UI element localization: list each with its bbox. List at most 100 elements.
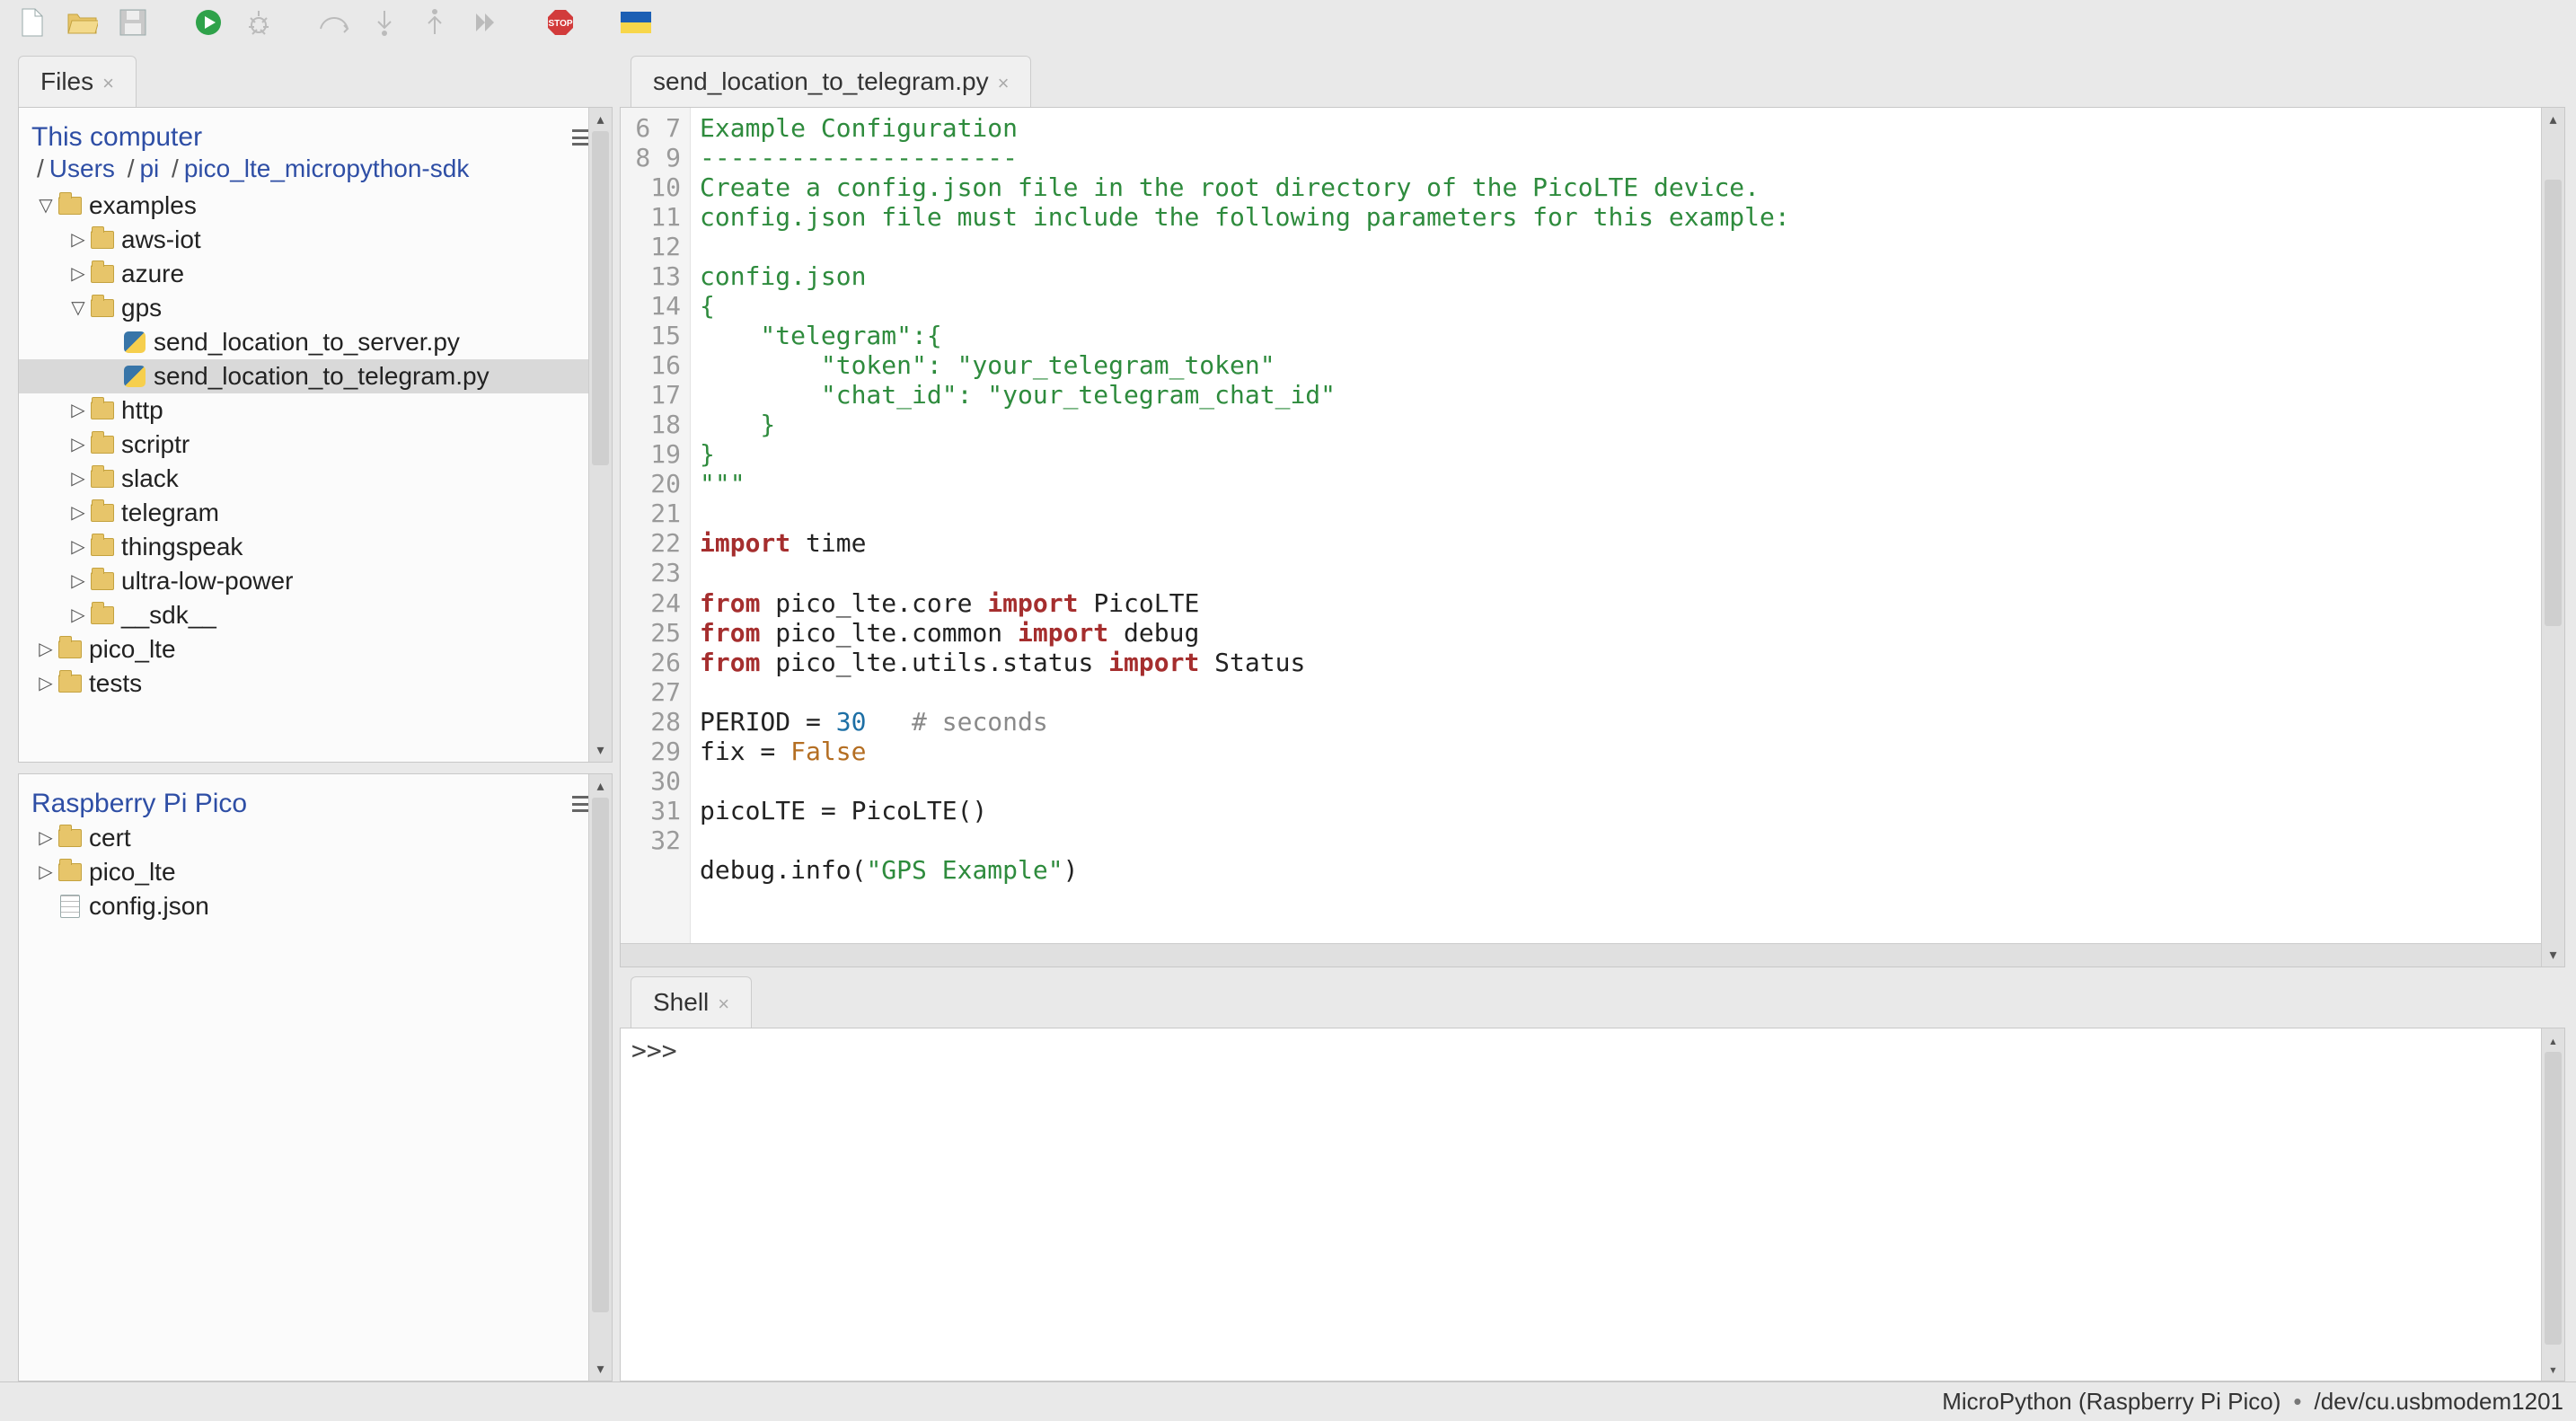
tree-item[interactable]: ▷ azure (19, 257, 612, 291)
scrollbar[interactable]: ▴▾ (2541, 108, 2564, 966)
local-files-title: This computer (31, 122, 202, 153)
folder-icon (89, 470, 116, 488)
tree-item-label: thingspeak (121, 529, 243, 566)
editor-pane: send_location_to_telegram.py 6 7 8 9 10 … (620, 45, 2576, 1381)
tree-item[interactable]: ▷ pico_lte (19, 632, 612, 666)
svg-text:STOP: STOP (548, 19, 572, 29)
tree-item[interactable]: ▽gps (19, 291, 612, 325)
tree-item[interactable]: ▷ telegram (19, 496, 612, 530)
tree-item-label: __sdk__ (121, 597, 216, 634)
tree-item-label: examples (89, 188, 197, 225)
main-area: Files This computer /Users /pi /pico_lte… (0, 45, 2576, 1381)
expand-arrow-icon[interactable]: ▷ (67, 500, 89, 526)
expand-arrow-icon[interactable]: ▷ (67, 227, 89, 253)
save-file-icon[interactable] (115, 4, 151, 40)
folder-icon (89, 299, 116, 317)
tree-item[interactable]: ▷send_location_to_telegram.py (19, 359, 612, 393)
tree-item[interactable]: ▷slack (19, 462, 612, 496)
expand-arrow-icon[interactable]: ▷ (35, 825, 57, 852)
step-into-icon[interactable] (366, 4, 402, 40)
status-port[interactable]: /dev/cu.usbmodem1201 (2314, 1388, 2563, 1416)
tree-item-label: send_location_to_server.py (154, 324, 460, 361)
tree-item[interactable]: ▷ pico_lte (19, 855, 612, 889)
expand-arrow-icon[interactable]: ▷ (35, 637, 57, 663)
shell-panel[interactable]: >>> ▴▾ (620, 1028, 2565, 1381)
expand-arrow-icon[interactable]: ▽ (35, 193, 57, 219)
folder-icon (89, 538, 116, 556)
tree-item[interactable]: ▷ thingspeak (19, 530, 612, 564)
tree-item[interactable]: ▷ __sdk__ (19, 598, 612, 632)
tree-item[interactable]: ▷ tests (19, 666, 612, 701)
tree-item-label: tests (89, 666, 142, 702)
tree-item[interactable]: ▷ scriptr (19, 428, 612, 462)
expand-arrow-icon[interactable]: ▷ (35, 671, 57, 697)
tree-item[interactable]: ▽ examples (19, 189, 612, 223)
folder-icon (57, 829, 84, 847)
tree-item-label: send_location_to_telegram.py (154, 358, 490, 395)
debug-icon[interactable] (241, 4, 277, 40)
shell-prompt: >>> (631, 1036, 677, 1065)
device-files-title: Raspberry Pi Pico (31, 789, 247, 819)
tree-item-label: azure (121, 256, 184, 293)
expand-arrow-icon[interactable]: ▷ (35, 860, 57, 886)
code-editor[interactable]: 6 7 8 9 10 11 12 13 14 15 16 17 18 19 20… (620, 107, 2565, 967)
folder-icon (57, 640, 84, 658)
tree-item-label: telegram (121, 495, 219, 532)
breadcrumb[interactable]: /Users /pi /pico_lte_micropython-sdk (19, 154, 612, 189)
python-file-icon (121, 331, 148, 353)
file-icon (57, 895, 84, 918)
folder-icon (89, 265, 116, 283)
shell-tab[interactable]: Shell (631, 976, 752, 1028)
tree-item[interactable]: ▷ http (19, 393, 612, 428)
new-file-icon[interactable] (14, 4, 50, 40)
folder-icon (89, 504, 116, 522)
tree-item[interactable]: ▷ ultra-low-power (19, 564, 612, 598)
tree-item[interactable]: ▷config.json (19, 889, 612, 923)
status-interpreter[interactable]: MicroPython (Raspberry Pi Pico) (1942, 1388, 2280, 1416)
open-file-icon[interactable] (65, 4, 101, 40)
python-file-icon (121, 366, 148, 387)
tree-item-label: pico_lte (89, 854, 176, 891)
tree-item-label: ultra-low-power (121, 563, 293, 600)
files-tab[interactable]: Files (18, 56, 137, 107)
expand-arrow-icon[interactable]: ▷ (67, 603, 89, 629)
expand-arrow-icon[interactable]: ▷ (67, 466, 89, 492)
tree-item-label: http (121, 393, 163, 429)
folder-icon (57, 863, 84, 881)
editor-tab[interactable]: send_location_to_telegram.py (631, 56, 1031, 107)
tree-item-label: aws-iot (121, 222, 201, 259)
code-area[interactable]: Example Configuration ------------------… (691, 108, 2564, 966)
resume-icon[interactable] (467, 4, 503, 40)
stop-icon[interactable]: STOP (543, 4, 578, 40)
expand-arrow-icon[interactable]: ▷ (67, 534, 89, 560)
toolbar: STOP (0, 0, 2576, 45)
step-over-icon[interactable] (316, 4, 352, 40)
expand-arrow-icon[interactable]: ▷ (67, 432, 89, 458)
tree-item-label: cert (89, 820, 131, 857)
folder-icon (89, 572, 116, 590)
run-icon[interactable] (190, 4, 226, 40)
expand-arrow-icon[interactable]: ▽ (67, 296, 89, 322)
folder-icon (57, 197, 84, 215)
flag-icon[interactable] (618, 4, 654, 40)
tree-item[interactable]: ▷ cert (19, 821, 612, 855)
scrollbar[interactable] (621, 943, 2541, 966)
scrollbar[interactable]: ▴▾ (588, 774, 612, 1381)
expand-arrow-icon[interactable]: ▷ (67, 398, 89, 424)
local-files-panel: This computer /Users /pi /pico_lte_micro… (18, 107, 613, 763)
folder-icon (89, 231, 116, 249)
step-out-icon[interactable] (417, 4, 453, 40)
local-files-tree: ▽examples▷aws-iot▷azure▽gps▷send_locatio… (19, 189, 612, 701)
folder-icon (89, 606, 116, 624)
tree-item-label: pico_lte (89, 631, 176, 668)
folder-icon (89, 436, 116, 454)
tree-item-label: config.json (89, 888, 209, 925)
tree-item[interactable]: ▷ aws-iot (19, 223, 612, 257)
tree-item[interactable]: ▷send_location_to_server.py (19, 325, 612, 359)
scrollbar[interactable]: ▴▾ (2541, 1028, 2564, 1381)
tree-item-label: scriptr (121, 427, 190, 463)
expand-arrow-icon[interactable]: ▷ (67, 261, 89, 287)
expand-arrow-icon[interactable]: ▷ (67, 569, 89, 595)
scrollbar[interactable]: ▴▾ (588, 108, 612, 762)
device-files-panel: Raspberry Pi Pico ▷ cert ▷ pico_lte▷config.… (18, 773, 613, 1381)
